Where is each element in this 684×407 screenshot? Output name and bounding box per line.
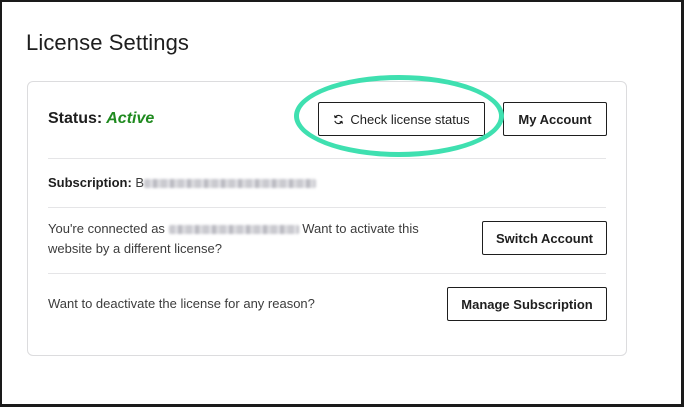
switch-account-button[interactable]: Switch Account	[482, 221, 607, 255]
redacted-email	[168, 225, 299, 235]
my-account-button[interactable]: My Account	[503, 102, 607, 136]
status-value: Active	[106, 110, 155, 127]
subscription-value-prefix: B	[135, 175, 145, 190]
license-card: Status: Active Check license status My Ac…	[27, 75, 627, 356]
manage-subscription-button[interactable]: Manage Subscription	[447, 287, 607, 321]
status-label: Status:	[48, 110, 103, 127]
divider	[48, 207, 606, 208]
subscription-label: Subscription:	[48, 175, 132, 190]
status-row: Status: Active	[48, 110, 154, 128]
subscription-row: Subscription: B	[48, 173, 317, 193]
divider	[48, 158, 606, 159]
connected-row: You're connected as Want to activate thi…	[48, 219, 438, 259]
connected-line2: website by a different license?	[48, 241, 222, 256]
page-title: License Settings	[26, 30, 190, 55]
divider	[48, 273, 606, 274]
check-license-status-button[interactable]: Check license status	[318, 102, 485, 136]
window-frame: License Settings Status: Active Check lic…	[0, 0, 684, 407]
connected-prefix: You're connected as	[48, 221, 165, 236]
deactivate-text: Want to deactivate the license for any r…	[48, 296, 315, 311]
refresh-icon	[334, 114, 344, 124]
check-license-status-label: Check license status	[350, 111, 470, 127]
connected-suffix: Want to activate this	[302, 221, 419, 236]
redacted-subscription-id	[144, 179, 317, 189]
